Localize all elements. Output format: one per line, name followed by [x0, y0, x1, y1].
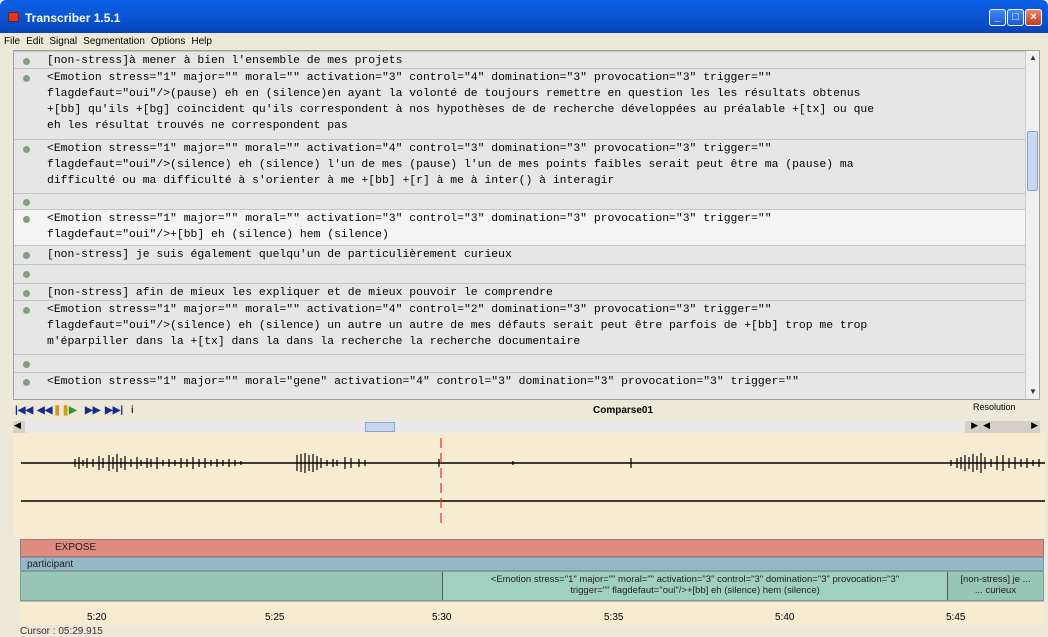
editor-scrollbar[interactable]: ▲ ▼ [1025, 51, 1039, 399]
segment-bullet-icon[interactable] [23, 307, 30, 314]
title-bar: Transcriber 1.5.1 _ □ × [0, 0, 1048, 33]
signal-name: Comparse01 [593, 405, 654, 416]
scroll-right-icon[interactable]: ▶ [971, 420, 978, 431]
segment-bullet-icon[interactable] [23, 146, 30, 153]
segment-bullet-icon[interactable] [23, 361, 30, 368]
scroll-left-icon[interactable]: ◀ [14, 420, 21, 431]
play-icon[interactable]: ▶ [69, 404, 77, 417]
segment-bullet-icon[interactable] [23, 290, 30, 297]
time-axis: 5:20 5:25 5:30 5:35 5:40 5:45 [20, 601, 1044, 625]
segment-bullet-icon[interactable] [23, 58, 30, 65]
segment-bullet-icon[interactable] [23, 271, 30, 278]
timeline-scroll-thumb[interactable] [365, 422, 395, 432]
segment-row[interactable] [14, 354, 1026, 372]
time-tick: 5:35 [604, 612, 624, 623]
segment-bullet-icon[interactable] [23, 199, 30, 206]
segment-text[interactable]: [non-stress]à mener à bien l'ensemble de… [47, 53, 1022, 69]
segment-text[interactable]: <Emotion stress="1" major="" moral="" ac… [47, 302, 1022, 350]
cursor-position: Cursor : 05:29.915 [20, 626, 103, 637]
segment-row[interactable]: [non-stress] je suis également quelqu'un… [14, 245, 1026, 264]
segment-bullet-icon[interactable] [23, 216, 30, 223]
playback-toolbar: |◀◀ ◀◀ ❚❚ ▶ ▶▶ ▶▶| i Comparse01 Resoluti… [13, 401, 1040, 421]
scroll-up-icon[interactable]: ▲ [1028, 53, 1038, 63]
minimize-button[interactable]: _ [989, 9, 1006, 26]
segment-bullet-icon[interactable] [23, 379, 30, 386]
segment-text[interactable]: <Emotion stress="1" major="" moral="" ac… [47, 211, 1022, 243]
maximize-button[interactable]: □ [1007, 9, 1024, 26]
go-end-icon[interactable]: ▶▶| [105, 404, 123, 417]
fast-forward-icon[interactable]: ▶▶ [85, 404, 100, 417]
time-tick: 5:20 [87, 612, 107, 623]
speaker-label: participant [27, 559, 74, 570]
tier-segment[interactable]: [non-stress] je ... ... curieux [947, 572, 1043, 600]
segment-row-selected[interactable]: <Emotion stress="1" major="" moral="" ac… [14, 209, 1026, 245]
segment-row[interactable]: [non-stress]à mener à bien l'ensemble de… [14, 51, 1026, 68]
time-tick: 5:25 [265, 612, 285, 623]
segment-row[interactable]: <Emotion stress="1" major="" moral="gene… [14, 372, 1026, 399]
segment-text[interactable]: [non-stress] afin de mieux les expliquer… [47, 285, 1022, 301]
pause-icon[interactable]: ❚❚ [53, 404, 70, 417]
menu-options[interactable]: Options [148, 33, 188, 50]
close-button[interactable]: × [1025, 9, 1042, 26]
scroll-down-icon[interactable]: ▼ [1028, 387, 1038, 397]
segment-tier[interactable]: <Emotion stress="1" major="" moral="" ac… [20, 571, 1044, 601]
tier-segment-selected[interactable]: <Emotion stress="1" major="" moral="" ac… [442, 572, 947, 600]
time-tick: 5:40 [775, 612, 795, 623]
menu-segmentation[interactable]: Segmentation [80, 33, 148, 50]
info-icon[interactable]: i [131, 404, 134, 417]
editor-scroll-thumb[interactable] [1027, 131, 1038, 191]
topic-tier[interactable]: EXPOSE [20, 539, 1044, 557]
app-icon [8, 12, 19, 22]
segment-text[interactable]: <Emotion stress="1" major="" moral="" ac… [47, 70, 1022, 134]
waveform-graphic [21, 438, 1045, 523]
transcript-editor[interactable]: [non-stress]à mener à bien l'ensemble de… [13, 50, 1040, 400]
waveform-panel[interactable] [13, 433, 1045, 538]
speaker-tier[interactable]: participant [20, 557, 1044, 571]
menu-file[interactable]: File [0, 33, 23, 50]
topic-label: EXPOSE [55, 542, 97, 553]
segment-text[interactable]: <Emotion stress="1" major="" moral="gene… [47, 374, 1022, 390]
menu-edit[interactable]: Edit [23, 33, 46, 50]
menu-bar: File Edit Signal Segmentation Options Help [0, 33, 1048, 50]
time-tick: 5:45 [946, 612, 966, 623]
time-tick: 5:30 [432, 612, 452, 623]
menu-help[interactable]: Help [188, 33, 215, 50]
segment-row[interactable]: <Emotion stress="1" major="" moral="" ac… [14, 300, 1026, 354]
segment-row[interactable]: <Emotion stress="1" major="" moral="" ac… [14, 68, 1026, 139]
segment-row[interactable] [14, 264, 1026, 283]
timeline-scroll-track[interactable] [25, 421, 965, 433]
segment-row[interactable]: <Emotion stress="1" major="" moral="" ac… [14, 139, 1026, 193]
segment-row[interactable] [14, 193, 1026, 209]
menu-signal[interactable]: Signal [46, 33, 80, 50]
timeline-scrollbar[interactable]: ◀ ▶ ◀ ▶ [13, 420, 1040, 433]
go-start-icon[interactable]: |◀◀ [15, 404, 33, 417]
window-title: Transcriber 1.5.1 [25, 11, 121, 25]
segment-text[interactable]: [non-stress] je suis également quelqu'un… [47, 247, 1022, 263]
resolution-left-icon[interactable]: ◀ [983, 420, 990, 431]
segment-bullet-icon[interactable] [23, 252, 30, 259]
segment-row[interactable]: [non-stress] afin de mieux les expliquer… [14, 283, 1026, 300]
resolution-right-icon[interactable]: ▶ [1031, 420, 1038, 431]
resolution-label: Resolution [973, 402, 1016, 412]
segment-bullet-icon[interactable] [23, 75, 30, 82]
segment-text[interactable]: <Emotion stress="1" major="" moral="" ac… [47, 141, 1022, 189]
rewind-icon[interactable]: ◀◀ [37, 404, 52, 417]
